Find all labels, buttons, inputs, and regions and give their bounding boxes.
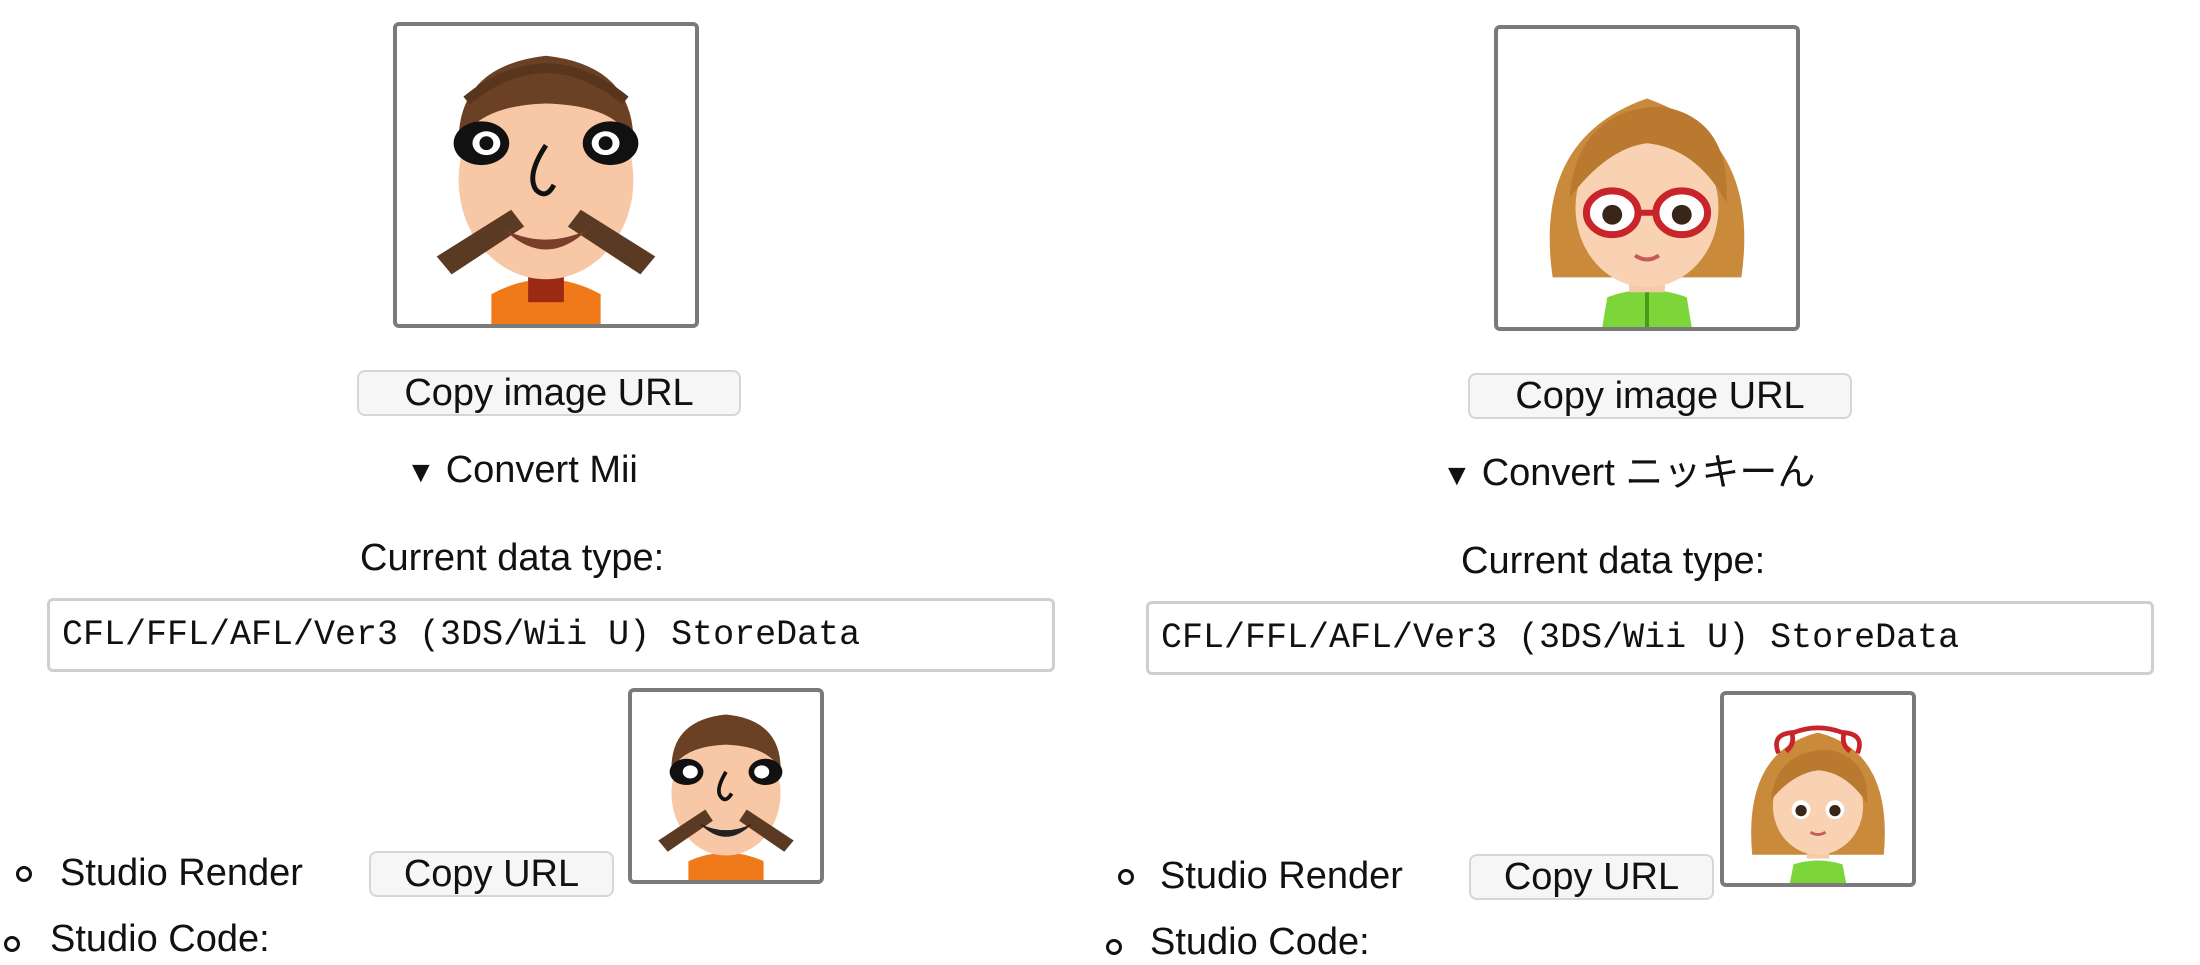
studio-render-label: Studio Render bbox=[1160, 855, 1403, 897]
mii-portrait-image bbox=[1494, 25, 1800, 331]
data-type-value-field[interactable]: CFL/FFL/AFL/Ver3 (3DS/Wii U) StoreData bbox=[1146, 601, 2154, 675]
list-bullet bbox=[1106, 939, 1122, 955]
mii-card-left: Copy image URL ▼ Convert Mii Current data… bbox=[0, 0, 1100, 960]
studio-render-girl-icon bbox=[1751, 725, 1885, 883]
list-bullet bbox=[1118, 869, 1134, 885]
triangle-down-icon: ▼ bbox=[1442, 459, 1472, 492]
studio-render-image bbox=[1720, 691, 1916, 887]
studio-render-boy-icon bbox=[658, 714, 794, 880]
convert-mii-summary[interactable]: ▼ Convert ニッキーん bbox=[1442, 450, 1815, 499]
current-data-type-label: Current data type: bbox=[1461, 540, 1766, 582]
mii-portrait-boy-icon bbox=[436, 55, 656, 324]
studio-render-image bbox=[628, 688, 824, 884]
triangle-down-icon: ▼ bbox=[406, 456, 436, 489]
mii-card-right: Copy image URL ▼ Convert ニッキーん Current da… bbox=[1100, 0, 2200, 963]
studio-render-label: Studio Render bbox=[60, 852, 303, 894]
mii-portrait-girl-icon bbox=[1549, 98, 1745, 327]
convert-summary-label: Convert ニッキーん bbox=[1481, 452, 1816, 494]
mii-portrait-image bbox=[393, 22, 699, 328]
copy-url-button[interactable]: Copy URL bbox=[1469, 854, 1714, 900]
copy-image-url-button[interactable]: Copy image URL bbox=[1468, 373, 1852, 419]
current-data-type-label: Current data type: bbox=[360, 537, 665, 579]
studio-code-label: Studio Code: bbox=[50, 918, 270, 960]
list-bullet bbox=[16, 866, 32, 882]
studio-code-label: Studio Code: bbox=[1150, 921, 1370, 963]
convert-summary-label: Convert Mii bbox=[445, 449, 638, 491]
copy-image-url-button[interactable]: Copy image URL bbox=[357, 370, 741, 416]
copy-url-button[interactable]: Copy URL bbox=[369, 851, 614, 897]
list-bullet bbox=[4, 936, 20, 952]
convert-mii-summary[interactable]: ▼ Convert Mii bbox=[406, 447, 638, 496]
data-type-value-field[interactable]: CFL/FFL/AFL/Ver3 (3DS/Wii U) StoreData bbox=[47, 598, 1055, 672]
